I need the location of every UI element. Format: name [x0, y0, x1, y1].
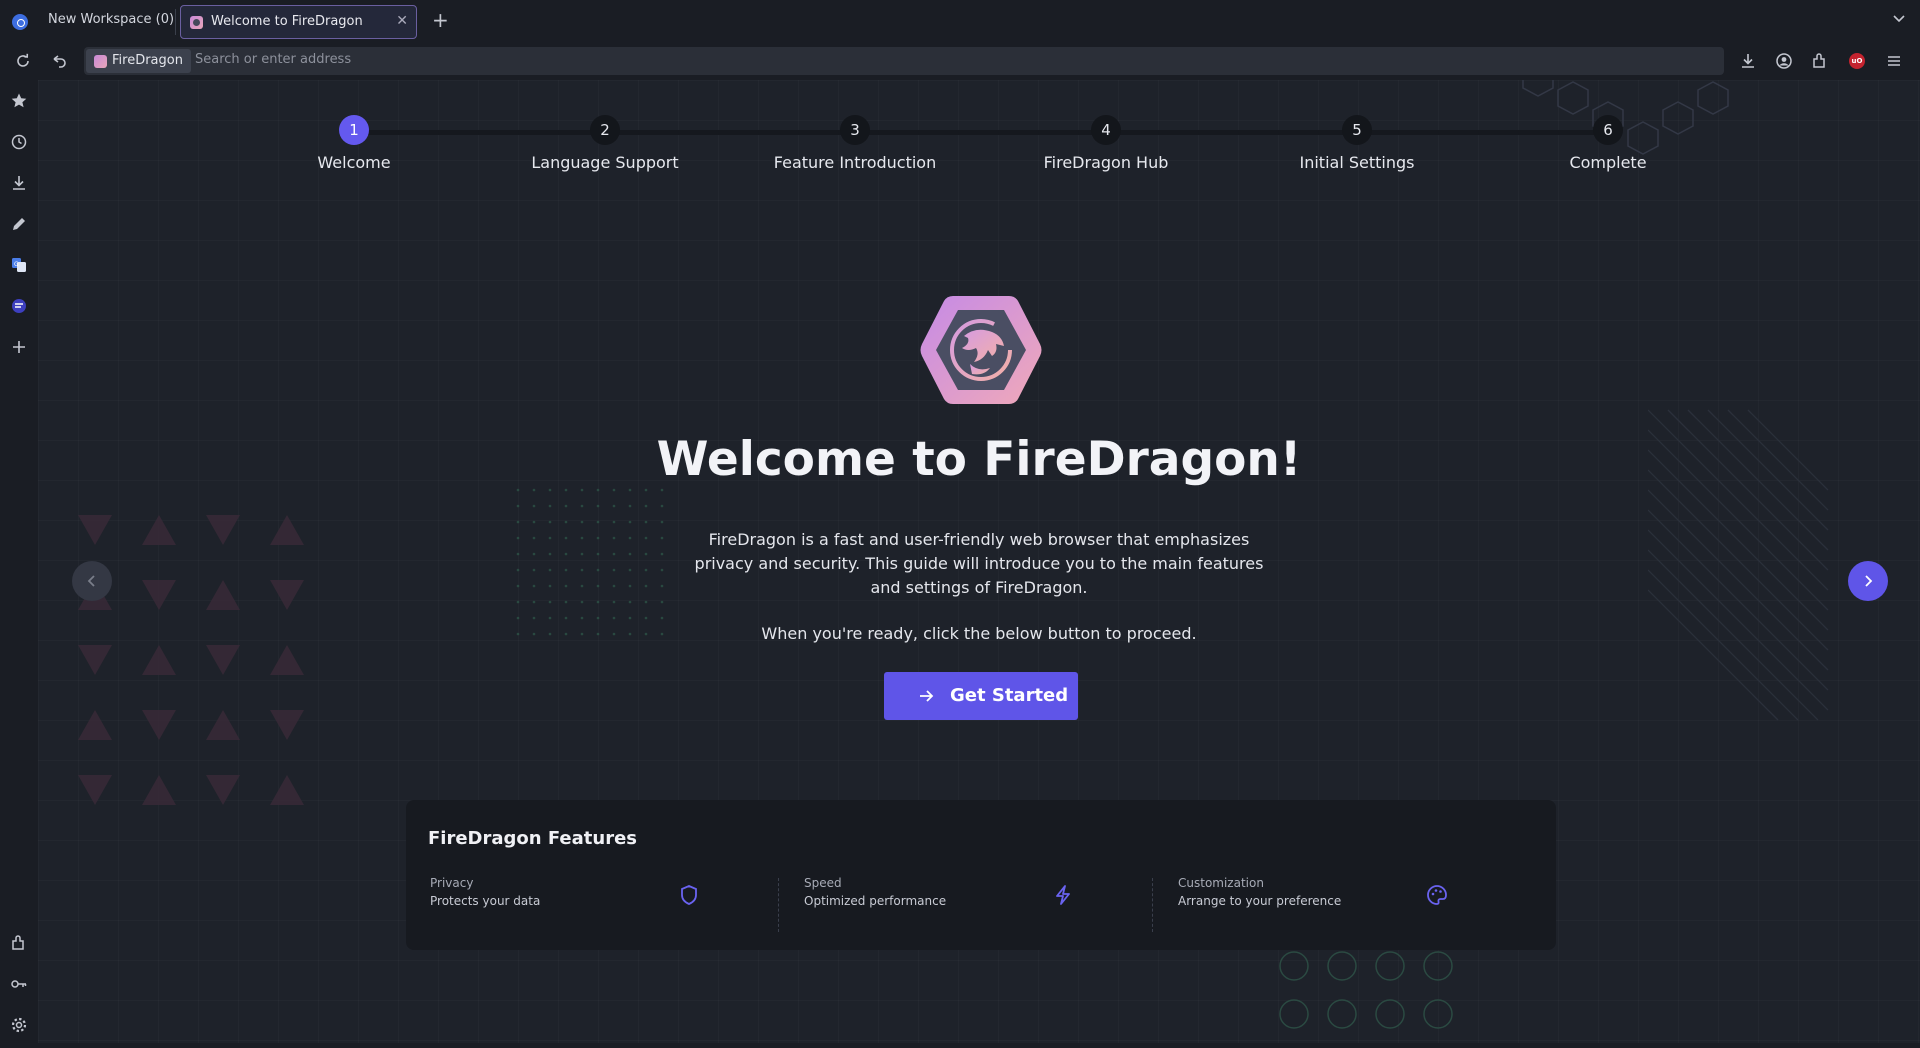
step-label: Welcome	[317, 153, 391, 172]
bookmarks-star-icon[interactable]	[10, 92, 28, 110]
step-label: FireDragon Hub	[1043, 153, 1169, 172]
step-label: Initial Settings	[1299, 153, 1415, 172]
step-number: 6	[1593, 115, 1623, 145]
step-language-support[interactable]: 2 Language Support	[505, 115, 705, 172]
ready-text: When you're ready, click the below butto…	[761, 624, 1197, 643]
step-welcome[interactable]: 1 Welcome	[254, 115, 454, 172]
list-all-tabs-chevron-icon[interactable]	[1892, 12, 1906, 26]
history-icon[interactable]	[10, 133, 28, 151]
step-firedragon-hub[interactable]: 4 FireDragon Hub	[1006, 115, 1206, 172]
translate-icon[interactable]: G	[10, 256, 28, 274]
step-label: Feature Introduction	[773, 153, 937, 172]
ublock-icon[interactable]: uO	[1849, 53, 1865, 69]
feature-privacy: Privacy Protects your data	[406, 872, 716, 928]
feature-divider	[778, 878, 779, 932]
feature-name: Speed	[804, 876, 842, 890]
downloads-icon[interactable]	[1739, 52, 1757, 70]
decorative-triangles	[78, 515, 304, 805]
feature-name: Privacy	[430, 876, 474, 890]
chevron-right-icon	[1865, 575, 1873, 587]
feature-description: Optimized performance	[804, 894, 947, 908]
feature-customization: Customization Arrange to your preference	[1154, 872, 1464, 928]
step-initial-settings[interactable]: 5 Initial Settings	[1257, 115, 1457, 172]
tab-welcome[interactable]: Welcome to FireDragon ✕	[180, 5, 417, 39]
feature-divider	[1152, 878, 1153, 932]
add-panel-icon[interactable]	[10, 338, 28, 356]
chevron-left-icon	[87, 575, 95, 587]
navigation-bar: FireDragon Search or enter address uO	[0, 43, 1920, 80]
account-icon[interactable]	[1775, 52, 1793, 70]
settings-gear-icon[interactable]	[10, 1016, 28, 1034]
address-bar[interactable]: FireDragon Search or enter address	[84, 47, 1724, 75]
lightning-icon	[1056, 885, 1070, 905]
shield-icon	[681, 885, 697, 905]
new-tab-button[interactable]: +	[432, 10, 449, 30]
identity-box[interactable]: FireDragon	[86, 49, 191, 73]
step-number: 2	[590, 115, 620, 145]
intro-description: FireDragon is a fast and user-friendly w…	[694, 530, 1264, 597]
menu-icon[interactable]	[1885, 52, 1903, 70]
notes-pen-icon[interactable]	[10, 215, 28, 233]
step-feature-introduction[interactable]: 3 Feature Introduction	[755, 115, 955, 172]
decorative-dots	[514, 486, 674, 646]
page-title: Welcome to FireDragon!	[656, 432, 1302, 487]
bottom-edge	[38, 1043, 1920, 1048]
downloads-icon[interactable]	[10, 174, 28, 192]
decorative-circles	[1279, 951, 1453, 1029]
tab-bar: New Workspace (0) Welcome to FireDragon …	[0, 0, 1920, 43]
welcome-page: 1 Welcome 2 Language Support 3 Feature I…	[38, 80, 1920, 1048]
get-started-button[interactable]: Get Started	[884, 672, 1078, 720]
arrow-right-icon	[920, 690, 934, 702]
features-title: FireDragon Features	[428, 828, 637, 849]
step-number: 4	[1091, 115, 1121, 145]
undo-icon[interactable]	[50, 52, 68, 70]
get-started-label: Get Started	[950, 685, 1069, 706]
sidebar: G	[0, 80, 38, 1048]
tab-title: Welcome to FireDragon	[211, 14, 363, 29]
extensions-icon[interactable]	[1811, 52, 1829, 70]
url-input[interactable]: Search or enter address	[195, 52, 351, 67]
step-number: 1	[339, 115, 369, 145]
feature-description: Arrange to your preference	[1178, 894, 1342, 908]
step-complete[interactable]: 6 Complete	[1508, 115, 1708, 172]
workspace-label[interactable]: New Workspace (0)	[48, 12, 174, 27]
firedragon-favicon-icon	[190, 16, 203, 29]
step-label: Complete	[1569, 153, 1647, 172]
tab-separator	[175, 9, 176, 35]
previous-step-button[interactable]	[72, 561, 112, 601]
feature-name: Customization	[1178, 876, 1264, 890]
palette-icon	[1427, 885, 1447, 905]
svg-text:G: G	[14, 261, 19, 268]
firedragon-identity-icon	[94, 55, 107, 68]
identity-label: FireDragon	[112, 53, 183, 68]
step-number: 5	[1342, 115, 1372, 145]
close-tab-icon[interactable]: ✕	[396, 13, 408, 29]
workspace-icon[interactable]	[12, 14, 28, 30]
firedragon-icon[interactable]	[10, 297, 28, 315]
reload-icon[interactable]	[14, 52, 32, 70]
step-number: 3	[840, 115, 870, 145]
feature-speed: Speed Optimized performance	[780, 872, 1090, 928]
feature-description: Protects your data	[430, 894, 541, 908]
firedragon-logo	[920, 296, 1042, 404]
passwords-key-icon[interactable]	[10, 975, 28, 993]
extensions-icon[interactable]	[10, 934, 28, 952]
features-card: FireDragon Features Privacy Protects you…	[406, 800, 1556, 950]
step-label: Language Support	[531, 153, 679, 172]
next-step-button[interactable]	[1848, 561, 1888, 601]
